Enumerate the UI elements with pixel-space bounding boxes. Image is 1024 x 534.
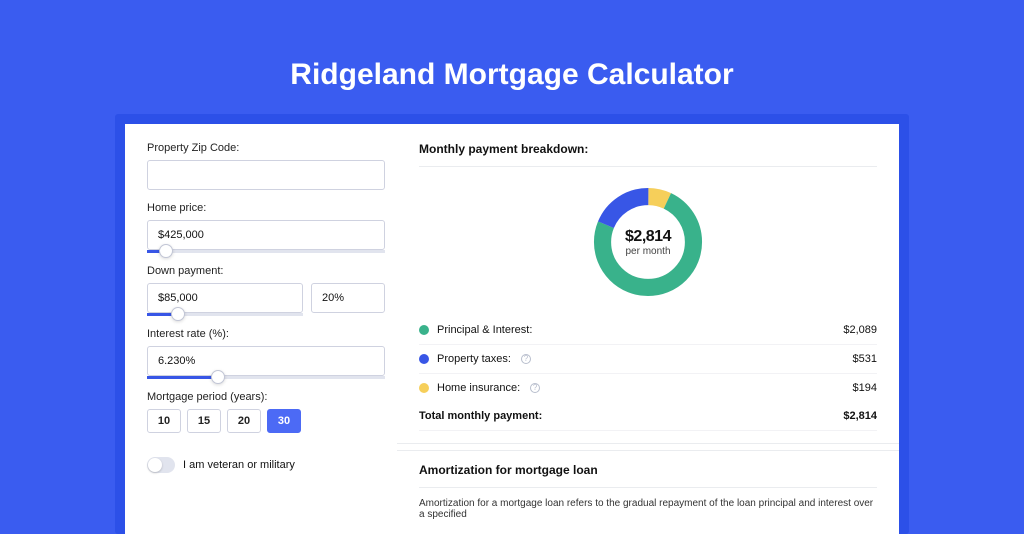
legend-total: Total monthly payment: $2,814 (419, 402, 877, 431)
page-title: Ridgeland Mortgage Calculator (0, 0, 1024, 92)
field-veteran: I am veteran or military (147, 457, 397, 473)
slider-rate[interactable] (147, 376, 385, 379)
field-down-payment: Down payment: $85,000 20% (147, 265, 397, 316)
slider-thumb[interactable] (159, 244, 173, 258)
donut-center: $2,814 per month (588, 182, 708, 302)
period-btn-15[interactable]: 15 (187, 409, 221, 433)
legend-dot (419, 354, 429, 364)
toggle-veteran[interactable] (147, 457, 175, 473)
field-zip: Property Zip Code: (147, 142, 397, 190)
slider-home-price[interactable] (147, 250, 385, 253)
input-rate[interactable]: 6.230% (147, 346, 385, 376)
legend-label: Home insurance: (437, 382, 520, 394)
period-btn-20[interactable]: 20 (227, 409, 261, 433)
slider-thumb[interactable] (171, 307, 185, 321)
label-down-payment: Down payment: (147, 265, 397, 277)
help-icon[interactable]: ? (530, 383, 540, 393)
input-zip[interactable] (147, 160, 385, 190)
calculator-card: Property Zip Code: Home price: $425,000 … (125, 124, 899, 534)
period-buttons: 10 15 20 30 (147, 409, 397, 433)
card-shadow: Property Zip Code: Home price: $425,000 … (115, 114, 909, 534)
input-down-amount[interactable]: $85,000 (147, 283, 303, 313)
label-zip: Property Zip Code: (147, 142, 397, 154)
legend-label: Property taxes: (437, 353, 511, 365)
section-divider (397, 443, 899, 451)
legend-total-label: Total monthly payment: (419, 410, 542, 422)
field-rate: Interest rate (%): 6.230% (147, 328, 397, 379)
slider-thumb[interactable] (211, 370, 225, 384)
legend-value: $531 (853, 353, 877, 365)
field-home-price: Home price: $425,000 (147, 202, 397, 253)
legend-value: $2,089 (843, 324, 877, 336)
donut-chart: $2,814 per month (588, 182, 708, 302)
legend-dot (419, 325, 429, 335)
amort-title: Amortization for mortgage loan (419, 451, 877, 488)
field-period: Mortgage period (years): 10 15 20 30 (147, 391, 397, 433)
breakdown-column: Monthly payment breakdown: $2,814 per mo… (397, 124, 899, 534)
legend-dot (419, 383, 429, 393)
donut-amount: $2,814 (625, 228, 671, 246)
legend-row-pi: Principal & Interest: $2,089 (419, 316, 877, 345)
period-btn-30[interactable]: 30 (267, 409, 301, 433)
legend-row-tax: Property taxes:? $531 (419, 345, 877, 374)
label-period: Mortgage period (years): (147, 391, 397, 403)
label-rate: Interest rate (%): (147, 328, 397, 340)
input-down-pct[interactable]: 20% (311, 283, 385, 313)
breakdown-title: Monthly payment breakdown: (419, 142, 877, 167)
slider-fill (147, 376, 218, 379)
form-column: Property Zip Code: Home price: $425,000 … (125, 124, 397, 534)
amort-body: Amortization for a mortgage loan refers … (419, 498, 877, 520)
legend-value: $194 (853, 382, 877, 394)
legend: Principal & Interest: $2,089 Property taxe… (419, 316, 877, 402)
period-btn-10[interactable]: 10 (147, 409, 181, 433)
donut-sub: per month (625, 246, 670, 257)
donut-wrap: $2,814 per month (419, 177, 877, 316)
input-home-price[interactable]: $425,000 (147, 220, 385, 250)
slider-down-payment[interactable] (147, 313, 303, 316)
legend-row-ins: Home insurance:? $194 (419, 374, 877, 402)
label-home-price: Home price: (147, 202, 397, 214)
legend-label: Principal & Interest: (437, 324, 532, 336)
legend-total-value: $2,814 (843, 410, 877, 422)
label-veteran: I am veteran or military (183, 459, 295, 471)
help-icon[interactable]: ? (521, 354, 531, 364)
